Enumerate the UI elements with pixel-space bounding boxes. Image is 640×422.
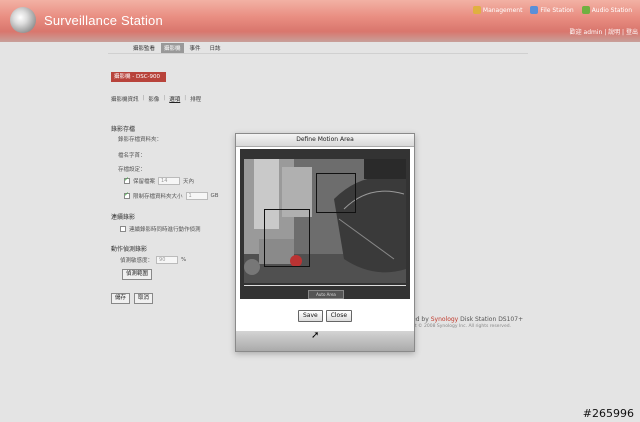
motion-area-box[interactable]	[264, 209, 310, 267]
footer-brand[interactable]: Synology	[431, 316, 459, 323]
tab-logs[interactable]: 日誌	[207, 43, 224, 53]
mouse-cursor-icon: ➚	[311, 330, 320, 341]
camera-badge: 攝影機 - DSC-900	[111, 72, 166, 82]
camera-logo-icon	[10, 7, 36, 33]
separator: |	[184, 95, 187, 101]
limit-size-checkbox[interactable]	[124, 191, 130, 199]
file-station-link[interactable]: File Station	[530, 6, 574, 14]
sensitivity-row: 偵測敏感度： 90 %	[120, 256, 186, 264]
audio-station-link[interactable]: Audio Station	[581, 6, 632, 14]
naming-text: 檔名字首：	[118, 153, 146, 159]
camera-preview[interactable]	[244, 159, 406, 283]
limit-size-row: 限制存檔資料夾大小 1 GB	[124, 191, 219, 200]
footer-suffix: Disk Station DS107+	[460, 316, 524, 323]
app-title: Surveillance Station	[44, 13, 163, 28]
save-button[interactable]: 儲存	[111, 293, 131, 304]
management-link[interactable]: Management	[472, 6, 523, 14]
file-station-label: File Station	[540, 6, 574, 14]
naming-label: 檔名字首：	[118, 151, 146, 159]
continuous-motion-checkbox[interactable]	[120, 226, 126, 232]
motion-area-dialog: Define Motion Area Auto Area Save Close	[235, 133, 415, 352]
sensitivity-label: 偵測敏感度：	[120, 258, 154, 264]
storage-folder-label: 錄影存檔資料夾：	[118, 135, 162, 143]
limit-size-label: 限制存檔資料夾大小	[133, 194, 183, 200]
section-record-storage: 錄影存檔	[111, 126, 136, 133]
keep-days-input[interactable]: 14	[158, 177, 181, 185]
separator: |	[142, 95, 145, 101]
tab-events[interactable]: 事件	[187, 43, 204, 53]
tab-live-view[interactable]: 攝影監看	[130, 43, 158, 53]
video-separator	[244, 285, 406, 286]
sub-tabs: 攝影機資訊 | 影像 | 選項 | 排程	[111, 95, 201, 103]
auto-area-button[interactable]: Auto Area	[308, 290, 344, 299]
top-links: Management File Station Audio Station	[472, 6, 632, 14]
separator: |	[163, 95, 166, 101]
keep-days-checkbox[interactable]	[124, 176, 130, 184]
dialog-footer-bar	[236, 331, 414, 351]
sensitivity-unit: %	[181, 257, 187, 263]
dialog-title: Define Motion Area	[236, 134, 414, 147]
continuous-option-label: 連續錄影時同時進行動作偵測	[129, 227, 201, 233]
watermark: #265996	[582, 407, 634, 420]
dialog-buttons: Save Close	[236, 310, 414, 322]
file-station-icon	[530, 6, 539, 14]
audio-station-label: Audio Station	[591, 6, 632, 14]
tab-camera[interactable]: 攝影機	[161, 43, 184, 53]
user-links[interactable]: 歡迎 admin | 說明 | 登出	[570, 27, 638, 36]
storage-folder-text: 錄影存檔資料夾：	[118, 137, 163, 143]
video-panel: Auto Area	[240, 149, 410, 299]
subtab-options[interactable]: 選項	[169, 95, 180, 103]
limit-size-input[interactable]: 1	[185, 192, 208, 200]
app-header: Surveillance Station Management File Sta…	[0, 0, 640, 42]
sensitivity-input[interactable]: 90	[156, 256, 179, 264]
keep-days-label: 保留檔案	[133, 179, 156, 185]
footer-text: ed by Synology Disk Station DS107+	[412, 316, 523, 323]
subtab-schedule[interactable]: 排程	[190, 95, 201, 103]
continuous-row: 連續錄影時同時進行動作偵測	[120, 225, 201, 233]
archive-text: 存檔設定：	[118, 167, 146, 173]
management-icon	[472, 6, 481, 14]
section-motion: 動作偵測錄影	[111, 246, 148, 253]
divider	[108, 53, 528, 54]
dialog-save-button[interactable]: Save	[297, 310, 323, 322]
limit-size-unit: GB	[210, 193, 219, 199]
footer-copyright: ht © 2008 Synology Inc. All rights reser…	[412, 324, 512, 329]
main-tabs: 攝影監看 攝影機 事件 日誌	[130, 43, 224, 53]
archive-label: 存檔設定：	[118, 165, 146, 173]
subtab-video[interactable]: 影像	[148, 95, 159, 103]
section-continuous: 連續錄影	[111, 214, 136, 221]
dialog-close-button[interactable]: Close	[325, 310, 353, 322]
subtab-camera-info[interactable]: 攝影機資訊	[111, 95, 139, 103]
keep-days-row: 保留檔案 14 天內	[124, 176, 195, 185]
motion-area-box[interactable]	[316, 173, 356, 213]
cancel-button[interactable]: 取消	[134, 293, 154, 304]
management-label: Management	[482, 6, 523, 14]
detection-area-button[interactable]: 偵測範圍	[122, 269, 153, 280]
keep-days-unit: 天內	[183, 179, 195, 185]
audio-station-icon	[581, 6, 590, 14]
